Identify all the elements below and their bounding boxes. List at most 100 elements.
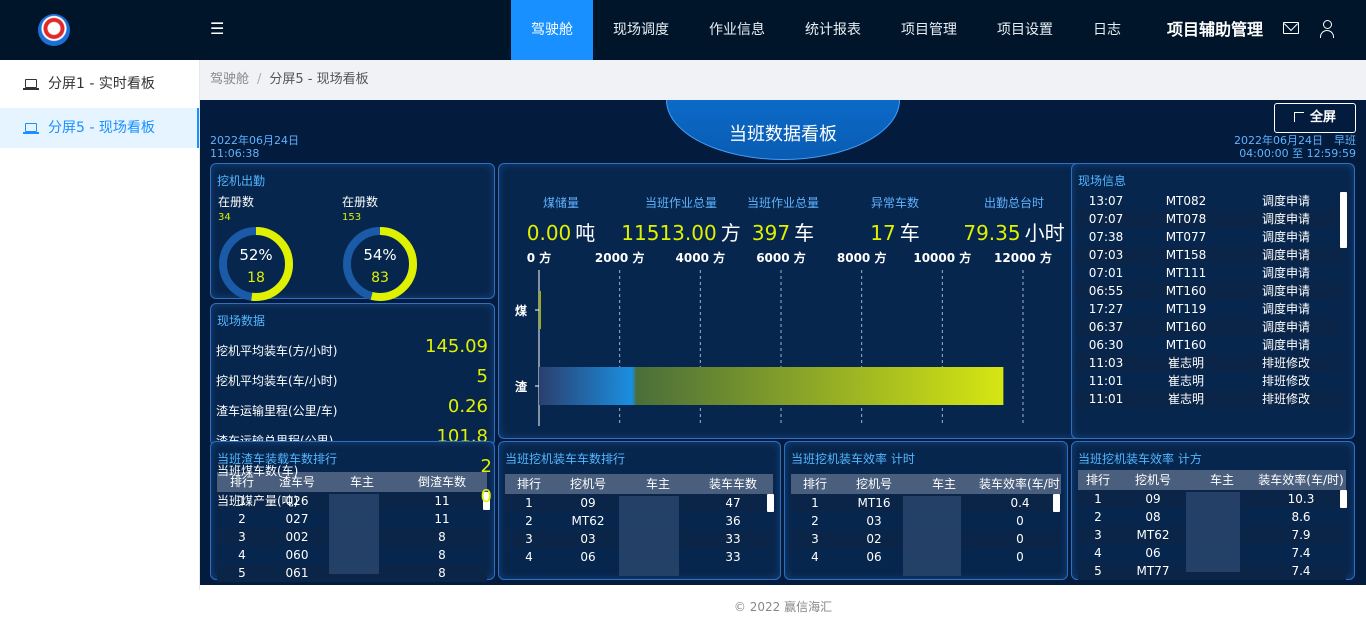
redacted-owner [903,496,961,576]
scrollbar[interactable] [1340,192,1347,248]
kpi-unit: 车 [794,221,815,245]
table-cell: 调度申请 [1261,338,1310,352]
table-cell: 8 [438,548,446,562]
kpi-label: 煤储量 [542,196,579,210]
table-cell: 崔志明 [1167,392,1204,406]
table-cell: 06 [580,550,596,564]
attendance-panel: 挖机出勤 在册数 34 52% 18 在册数 153 54% 83 [210,163,495,301]
column-header: 装车效率(车/时) [979,477,1061,491]
nav-item[interactable]: 作业信息 [689,0,785,60]
table-cell: 061 [285,566,309,580]
nav-item[interactable]: 驾驶舱 [511,0,593,60]
site-data-row: 当班煤车数(车) 2 [217,454,492,484]
table-cell: 11:03 [1088,356,1124,370]
table-cell: 13:07 [1088,194,1124,208]
sidebar-item-screen1[interactable]: 分屏1 - 实时看板 [0,64,199,104]
table-cell: MT078 [1165,212,1207,226]
site-data-label: 渣车运输里程(公里/车) [216,404,338,418]
table-cell: 4 [525,550,533,564]
site-data-row: 挖机平均装车(车/小时) 5 [216,364,488,394]
column-header: 排行 [516,477,541,491]
kpi-unit: 小时 [1024,221,1065,245]
app-brand: 项目辅助管理 [1167,20,1264,39]
scrollbar[interactable] [767,494,774,512]
sidebar: 分屏1 - 实时看板 分屏5 - 现场看板 [0,60,200,590]
panel-title: 当班挖机装车效率 计方 [1078,452,1202,466]
table-cell: 03 [866,514,882,528]
kpi-label: 当班作业总量 [746,196,819,210]
column-header: 挖机号 [1134,473,1171,487]
table-cell: MT160 [1165,338,1207,352]
footer: © 2022 赢信海汇 [733,600,833,614]
gauge-percent: 54% [363,246,397,264]
laptop-icon [23,79,39,90]
table-cell: 33 [725,532,741,546]
table-cell: 调度申请 [1261,194,1310,208]
table-cell: MT082 [1165,194,1207,208]
fullscreen-button[interactable]: 全屏 [1274,103,1356,133]
table-cell: MT160 [1165,284,1207,298]
table-cell: 17:27 [1088,302,1124,316]
table-header: 排行 挖机号 车主 装车车数 [505,474,773,494]
kpi-hours: 出勤总台时 79.35 小时 [954,194,1074,246]
column-header: 车主 [931,477,956,491]
table-cell: 06:55 [1088,284,1124,298]
table-cell: 5 [238,566,246,580]
table-cell: 8 [438,566,446,580]
current-time: 11:06:38 [210,147,260,160]
kpi-value: 11513.00 [621,221,717,245]
table-header: 排行 挖机号 车主 装车效率(车/时) [1078,470,1346,490]
kpi-volume: 当班作业总量 11513.00 方 [621,194,741,246]
nav-item[interactable]: 现场调度 [593,0,689,60]
table-cell: 0 [1016,550,1024,564]
table-row: 13:07 MT082 调度申请 [1076,192,1342,210]
table-cell: 0 [1016,532,1024,546]
kpi-value: 79.35 [963,221,1021,245]
kpi-value: 397 [751,221,791,245]
site-data-label: 挖机平均装车(车/小时) [216,374,338,388]
menu-fold-icon[interactable]: ☰ [210,20,228,38]
breadcrumb-root[interactable]: 驾驶舱 [210,72,249,87]
nav-item[interactable]: 日志 [1073,0,1141,60]
panel-title: 现场数据 [217,314,266,328]
table-cell: 07:07 [1088,212,1124,226]
table-cell: 07:03 [1088,248,1124,262]
x-tick-label: 4000 方 [676,250,726,265]
table-cell: 36 [725,514,741,528]
column-header: 车主 [645,477,670,491]
scrollbar[interactable] [1340,490,1347,508]
gauge-label: 在册数 [342,195,379,209]
gauge-label: 在册数 [218,195,255,209]
mail-icon[interactable] [1283,22,1299,34]
table-cell: 09 [1145,492,1161,506]
table-cell: 调度申请 [1261,302,1310,316]
table-cell: 崔志明 [1167,374,1204,388]
table-cell: 调度申请 [1261,266,1310,280]
table-cell: 11:01 [1088,392,1124,406]
sidebar-item-screen5[interactable]: 分屏5 - 现场看板 [0,108,199,148]
gauge-total: 153 [342,212,362,223]
table-cell: MT16 [857,496,891,510]
user-icon[interactable] [1320,20,1334,38]
breadcrumb-separator: / [257,72,262,87]
table-cell: 7.4 [1291,564,1311,578]
table-cell: 8 [438,530,446,544]
redacted-owner [619,496,679,576]
table-cell: 06:30 [1088,338,1124,352]
table-header: 排行 挖机号 车主 装车效率(车/时) [791,474,1061,494]
site-data-row: 渣车运输里程(公里/车) 0.26 [216,394,488,424]
scrollbar[interactable] [1053,494,1060,512]
table-cell: 4 [1094,546,1102,560]
nav-item[interactable]: 统计报表 [785,0,881,60]
table-row: 17:27 MT119 调度申请 [1076,300,1342,318]
current-datetime: 2022年06月24日 11:06:38 [210,134,299,160]
table-cell: MT119 [1165,302,1207,316]
gauge-value: 18 [247,270,265,286]
table-cell: 5 [1094,564,1102,578]
panel-title: 挖机出勤 [217,174,266,188]
nav-item[interactable]: 项目设置 [977,0,1073,60]
bar-coal [539,291,541,329]
sidebar-item-label: 分屏5 - 现场看板 [48,120,155,136]
laptop-icon [23,123,39,134]
nav-item[interactable]: 项目管理 [881,0,977,60]
